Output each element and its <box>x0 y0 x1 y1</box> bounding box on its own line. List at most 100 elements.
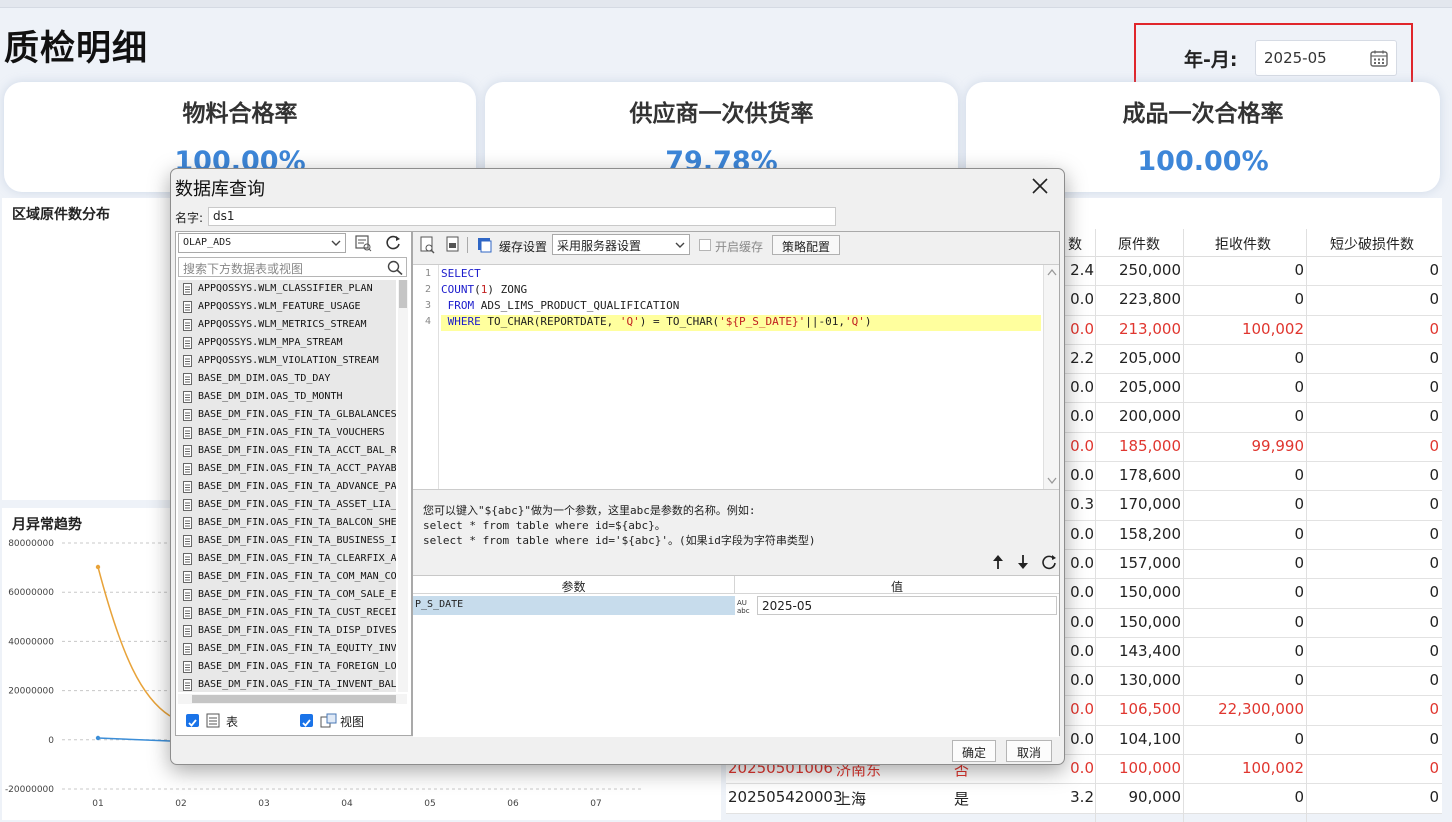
year-month-input[interactable]: 2025-05 <box>1255 40 1397 76</box>
toolbar-divider <box>467 237 468 253</box>
table-list-item[interactable]: BASE_DM_FIN.OAS_FIN_TA_CUST_RECEI <box>178 604 396 622</box>
code-token: WHERE <box>441 315 481 328</box>
move-down-icon[interactable] <box>1016 554 1030 570</box>
table-info-icon[interactable] <box>353 233 373 253</box>
table-list-item[interactable]: BASE_DM_FIN.OAS_FIN_TA_ACCT_PAYAB <box>178 460 396 478</box>
table-cell: 150,000 <box>1118 583 1181 602</box>
code-line[interactable]: SELECT <box>441 267 481 283</box>
table-list-item[interactable]: BASE_DM_FIN.OAS_FIN_TA_DISP_DIVES <box>178 622 396 640</box>
calendar-icon[interactable] <box>1370 50 1388 67</box>
table-list-item[interactable]: BASE_DM_FIN.OAS_FIN_TA_ADVANCE_PA <box>178 478 396 496</box>
code-line[interactable]: FROM ADS_LIMS_PRODUCT_QUALIFICATION <box>441 299 680 315</box>
table-list-item[interactable]: BASE_DM_FIN.OAS_FIN_TA_VOUCHERS <box>178 424 396 442</box>
table-icon <box>183 535 192 547</box>
table-list-item[interactable]: BASE_DM_FIN.OAS_FIN_TA_GLBALANCES <box>178 406 396 424</box>
table-cell: 170,000 <box>1118 495 1181 514</box>
table-name: BASE_DM_FIN.OAS_FIN_TA_ACCT_BAL_R <box>198 445 396 456</box>
table-list-item[interactable]: BASE_DM_FIN.OAS_FIN_TA_BALCON_SHE <box>178 514 396 532</box>
code-line[interactable]: WHERE TO_CHAR(REPORTDATE, 'Q') = TO_CHAR… <box>441 315 1041 331</box>
table-name: BASE_DM_FIN.OAS_FIN_TA_ACCT_PAYAB <box>198 463 396 474</box>
table-list-item[interactable]: BASE_DM_FIN.OAS_FIN_TA_COM_SALE_E <box>178 586 396 604</box>
trend-point[interactable] <box>95 564 101 570</box>
table-cell: 0 <box>1294 788 1304 807</box>
table-list-item[interactable]: BASE_DM_FIN.OAS_FIN_TA_COM_MAN_CO <box>178 568 396 586</box>
show-views-checkbox[interactable] <box>300 714 313 727</box>
table-cell: 99,990 <box>1251 436 1305 455</box>
table-cell: 0 <box>1429 524 1439 543</box>
table-list-item[interactable]: APPQOSSYS.WLM_FEATURE_USAGE <box>178 298 396 316</box>
policy-config-button[interactable]: 策略配置 <box>772 235 840 255</box>
param-value-input[interactable]: 2025-05 <box>757 596 1057 615</box>
table-list-item[interactable]: APPQOSSYS.WLM_METRICS_STREAM <box>178 316 396 334</box>
table-cell: 143,400 <box>1118 641 1181 660</box>
cache-select[interactable]: 采用服务器设置 <box>552 234 690 255</box>
move-up-icon[interactable] <box>991 554 1005 570</box>
list-horizontal-scrollbar[interactable] <box>178 694 407 704</box>
table-icon <box>183 607 192 619</box>
db-query-dialog[interactable]: 数据库查询 名字: ds1 OLAP_ADS 搜索下方数据表或视图 APPQOS… <box>170 168 1065 765</box>
cancel-button[interactable]: 取消 <box>1006 740 1052 762</box>
table-search-input[interactable]: 搜索下方数据表或视图 <box>178 257 407 277</box>
code-line[interactable]: COUNT(1) ZONG <box>441 283 527 299</box>
table-cell: 0 <box>1429 583 1439 602</box>
enable-cache-checkbox[interactable] <box>699 239 711 251</box>
table-list-item[interactable]: BASE_DM_FIN.OAS_FIN_TA_BUSINESS_I <box>178 532 396 550</box>
trend-point[interactable] <box>95 735 101 741</box>
datasource-select[interactable]: OLAP_ADS <box>178 233 346 253</box>
table-cell: 0 <box>1429 495 1439 514</box>
name-input[interactable]: ds1 <box>208 207 836 226</box>
table-cell: 22,300,000 <box>1218 700 1304 719</box>
table-list-item[interactable]: BASE_DM_FIN.OAS_FIN_TA_EQUITY_INV <box>178 640 396 658</box>
code-token: '${P_S_DATE}' <box>719 315 806 328</box>
preview-icon[interactable] <box>418 235 438 255</box>
sql-editor[interactable]: 1 2 3 4 SELECT COUNT(1) ZONG FROM ADS_LIMS_P… <box>413 264 1059 490</box>
table-list-item[interactable]: BASE_DM_FIN.OAS_FIN_TA_ACCT_BAL_R <box>178 442 396 460</box>
refresh-icon[interactable] <box>383 233 403 253</box>
scroll-thumb[interactable] <box>192 695 396 703</box>
table-list-item[interactable]: BASE_DM_FIN.OAS_FIN_TA_ASSET_LIA_ <box>178 496 396 514</box>
table-list-item[interactable]: APPQOSSYS.WLM_CLASSIFIER_PLAN <box>178 280 396 298</box>
table-list-item[interactable]: BASE_DM_DIM.OAS_TD_DAY <box>178 370 396 388</box>
table-cell: 205,000 <box>1118 378 1181 397</box>
close-icon[interactable] <box>1031 177 1049 195</box>
code-token: ) ZONG <box>487 283 528 296</box>
table-cell: 0 <box>1294 290 1304 309</box>
ok-button[interactable]: 确定 <box>952 740 996 762</box>
cache-icon[interactable] <box>475 235 495 255</box>
cache-option: 采用服务器设置 <box>557 239 642 253</box>
table-row[interactable]: 202505420003 上海 是 3.2 90,000 0 0 <box>726 784 1442 814</box>
y-tick-label: -20000000 <box>5 785 54 795</box>
code-token: SELECT <box>441 267 481 280</box>
list-vertical-scrollbar[interactable] <box>398 280 408 692</box>
table-list-item[interactable]: BASE_DM_FIN.OAS_FIN_TA_FOREIGN_LO <box>178 658 396 676</box>
editor-scrollbar[interactable] <box>1043 265 1059 489</box>
scroll-down-icon[interactable] <box>1047 477 1057 485</box>
scroll-up-icon[interactable] <box>1047 268 1057 276</box>
table-cell: 0 <box>1294 348 1304 367</box>
datasource-value: OLAP_ADS <box>183 237 232 248</box>
scroll-thumb[interactable] <box>399 280 407 308</box>
sql-file-icon[interactable] <box>443 235 463 255</box>
table-cell: 0 <box>1429 348 1439 367</box>
table-list-item[interactable]: BASE_DM_DIM.OAS_TD_MONTH <box>178 388 396 406</box>
table-icon <box>183 355 192 367</box>
y-tick-label: 80000000 <box>8 539 54 549</box>
param-name-cell[interactable]: P_S_DATE <box>413 596 735 615</box>
table-list-item[interactable]: BASE_DM_FIN.OAS_FIN_TA_INVENT_BAL <box>178 676 396 692</box>
table-cell: 157,000 <box>1118 553 1181 572</box>
refresh-icon[interactable] <box>1041 554 1057 570</box>
year-month-label: 年-月: <box>1184 49 1238 71</box>
table-icon <box>183 571 192 583</box>
table-list-item[interactable]: APPQOSSYS.WLM_VIOLATION_STREAM <box>178 352 396 370</box>
col-header: 拒收件数 <box>1215 237 1271 253</box>
code-token: TO_CHAR(REPORTDATE, <box>480 315 620 328</box>
y-tick-label: 20000000 <box>8 687 54 697</box>
x-tick-label: 06 <box>507 799 519 809</box>
show-tables-checkbox[interactable] <box>186 714 199 727</box>
table-list-item[interactable]: BASE_DM_FIN.OAS_FIN_TA_CLEARFIX_A <box>178 550 396 568</box>
table-icon <box>183 283 192 295</box>
table-list-item[interactable]: APPQOSSYS.WLM_MPA_STREAM <box>178 334 396 352</box>
search-icon[interactable] <box>387 260 403 275</box>
string-type-icon[interactable]: AUabc <box>736 597 754 615</box>
table-cell: 106,500 <box>1118 700 1181 719</box>
